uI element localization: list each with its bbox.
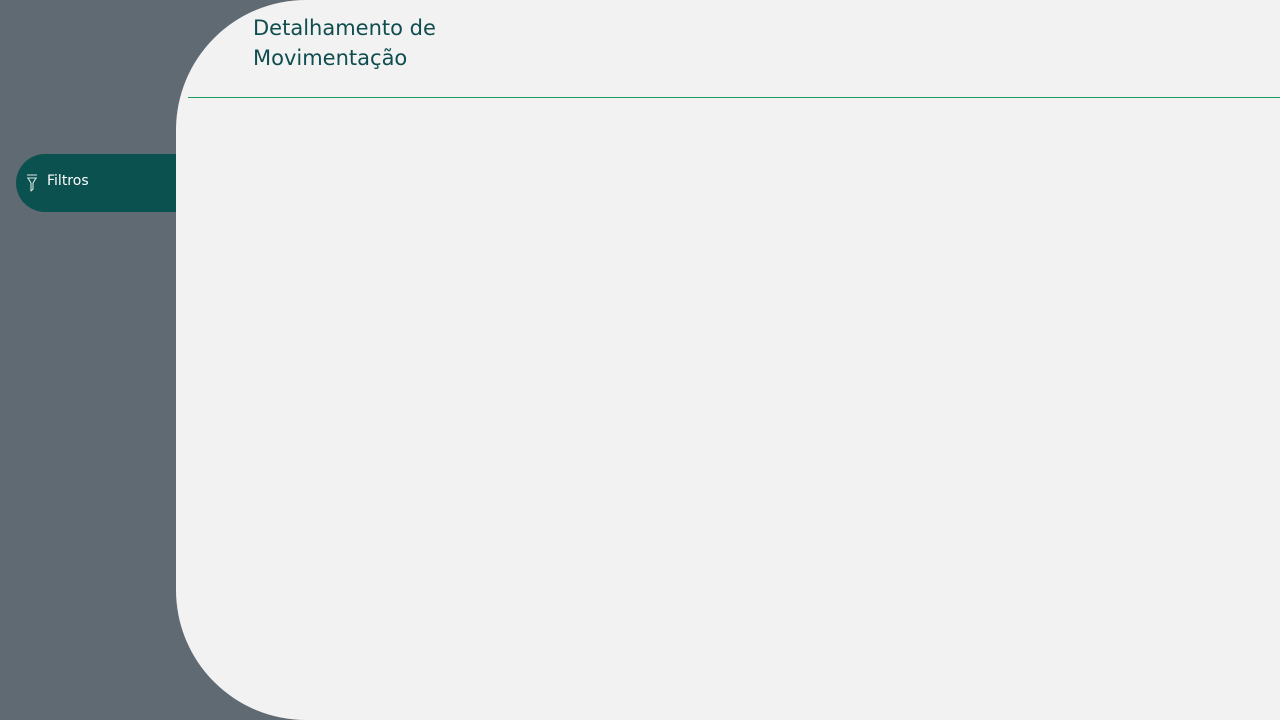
title-divider (188, 97, 1280, 98)
page-title: Detalhamento de Movimentação (253, 16, 436, 70)
filter-icon (25, 172, 39, 194)
sidebar: Filtros (0, 0, 192, 720)
filters-button[interactable]: Filtros (16, 154, 192, 212)
main-content: Detalhamento de Movimentação (176, 0, 1280, 720)
filters-button-label: Filtros (47, 173, 89, 189)
app-page: Filtros Detalhamento de Movimentação (0, 0, 1280, 720)
